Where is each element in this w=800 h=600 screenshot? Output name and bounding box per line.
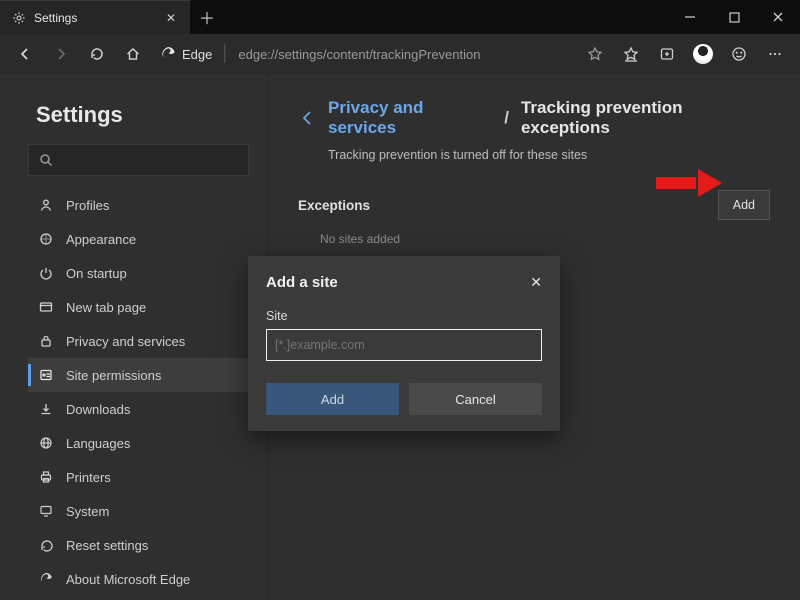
nav-appearance[interactable]: Appearance xyxy=(28,222,249,256)
dialog-add-button[interactable]: Add xyxy=(266,383,399,415)
address-separator: │ xyxy=(220,45,230,63)
address-url: edge://settings/content/trackingPreventi… xyxy=(238,47,480,62)
settings-heading: Settings xyxy=(36,102,249,128)
person-icon xyxy=(38,198,54,212)
lock-icon xyxy=(38,334,54,348)
edge-icon xyxy=(38,572,54,586)
titlebar: Settings ✕ ＋ xyxy=(0,0,800,34)
avatar-icon xyxy=(693,44,713,64)
nav-privacy[interactable]: Privacy and services xyxy=(28,324,249,358)
nav-downloads[interactable]: Downloads xyxy=(28,392,249,426)
add-exception-button[interactable]: Add xyxy=(718,190,770,220)
exceptions-heading: Exceptions xyxy=(298,198,370,213)
address-bar[interactable]: Edge │ edge://settings/content/trackingP… xyxy=(152,45,576,63)
system-icon xyxy=(38,504,54,518)
nav-printers[interactable]: Printers xyxy=(28,460,249,494)
breadcrumb-back-icon[interactable] xyxy=(298,109,316,127)
nav-system[interactable]: System xyxy=(28,494,249,528)
power-icon xyxy=(38,266,54,280)
profile-button[interactable] xyxy=(686,38,720,70)
settings-search-input[interactable] xyxy=(61,153,238,168)
breadcrumb-current: Tracking prevention exceptions xyxy=(521,98,770,138)
new-tab-button[interactable]: ＋ xyxy=(190,0,224,34)
refresh-button[interactable] xyxy=(80,38,114,70)
settings-sidebar: Settings Profiles Appearance On startup … xyxy=(0,74,268,600)
edge-logo-icon xyxy=(160,46,176,62)
reset-icon xyxy=(38,538,54,552)
nav-site-permissions[interactable]: Site permissions xyxy=(28,358,249,392)
site-field-label: Site xyxy=(266,309,542,323)
settings-search[interactable] xyxy=(28,144,249,176)
permissions-icon xyxy=(38,368,54,382)
back-button[interactable] xyxy=(8,38,42,70)
site-field-input[interactable] xyxy=(266,329,542,361)
edge-identity: Edge xyxy=(160,46,212,62)
forward-button xyxy=(44,38,78,70)
dialog-cancel-button[interactable]: Cancel xyxy=(409,383,542,415)
download-icon xyxy=(38,402,54,416)
more-button[interactable] xyxy=(758,38,792,70)
dialog-close-icon[interactable]: ✕ xyxy=(530,274,542,291)
favorites-button[interactable] xyxy=(614,38,648,70)
language-icon xyxy=(38,436,54,450)
feedback-button[interactable] xyxy=(722,38,756,70)
maximize-button[interactable] xyxy=(712,0,756,34)
breadcrumb-sep: / xyxy=(504,108,509,128)
browser-tab[interactable]: Settings ✕ xyxy=(0,0,190,34)
collections-button[interactable] xyxy=(650,38,684,70)
search-icon xyxy=(39,153,53,167)
exceptions-empty-text: No sites added xyxy=(320,232,770,246)
nav-profiles[interactable]: Profiles xyxy=(28,188,249,222)
browser-toolbar: Edge │ edge://settings/content/trackingP… xyxy=(0,34,800,74)
printer-icon xyxy=(38,470,54,484)
breadcrumb: Privacy and services / Tracking preventi… xyxy=(298,98,770,138)
page-subtext: Tracking prevention is turned off for th… xyxy=(328,148,770,162)
dialog-title: Add a site xyxy=(266,274,338,291)
nav-about[interactable]: About Microsoft Edge xyxy=(28,562,249,596)
add-site-dialog: Add a site ✕ Site Add Cancel xyxy=(248,256,560,431)
breadcrumb-parent[interactable]: Privacy and services xyxy=(328,98,492,138)
settings-nav: Profiles Appearance On startup New tab p… xyxy=(28,188,249,596)
nav-onstartup[interactable]: On startup xyxy=(28,256,249,290)
minimize-button[interactable] xyxy=(668,0,712,34)
paint-icon xyxy=(38,232,54,246)
annotation-arrow-icon xyxy=(656,169,722,197)
nav-newtab[interactable]: New tab page xyxy=(28,290,249,324)
tab-title: Settings xyxy=(34,11,154,25)
home-button[interactable] xyxy=(116,38,150,70)
nav-reset[interactable]: Reset settings xyxy=(28,528,249,562)
favorite-star-icon[interactable] xyxy=(578,38,612,70)
close-window-button[interactable] xyxy=(756,0,800,34)
tab-icon xyxy=(38,300,54,314)
nav-languages[interactable]: Languages xyxy=(28,426,249,460)
tab-close-icon[interactable]: ✕ xyxy=(162,11,180,25)
gear-icon xyxy=(12,11,26,25)
